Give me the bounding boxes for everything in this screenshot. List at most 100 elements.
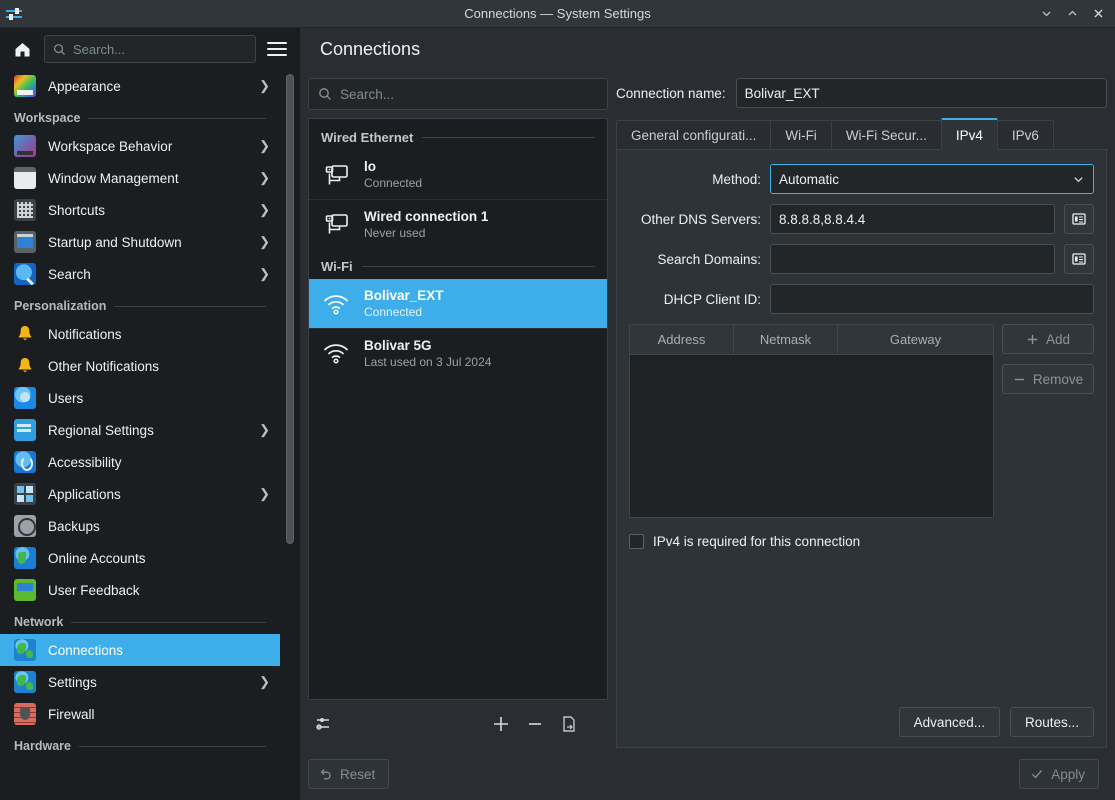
sidebar-search-input[interactable]: Search... [44,35,256,63]
remove-address-button[interactable]: Remove [1002,364,1094,394]
user-feedback-icon [14,579,36,601]
wifi-icon [321,338,351,368]
sidebar-item-label: Other Notifications [48,358,160,374]
chevron-right-icon: ❯ [259,78,270,93]
sidebar-item-settings[interactable]: Settings ❯ [0,666,280,698]
tabs-filler [1052,120,1107,150]
minimize-icon[interactable] [1033,1,1059,27]
startup-shutdown-icon [14,231,36,253]
sidebar-group-personalization: Personalization [0,290,280,318]
sidebar-group-label: Workspace [14,111,81,125]
ipv4-required-checkbox[interactable] [629,534,644,549]
wired-network-icon [321,209,351,239]
sidebar-item-notifications[interactable]: Notifications [0,318,280,350]
maximize-icon[interactable] [1059,1,1085,27]
sidebar-item-window-management[interactable]: Window Management ❯ [0,162,280,194]
dialog-footer: Reset Apply [300,748,1115,800]
sidebar-item-label: Notifications [48,326,122,342]
sidebar-group-workspace: Workspace [0,102,280,130]
search-icon [319,88,331,100]
panel-action-buttons: Advanced... Routes... [629,707,1094,737]
ipv4-required-checkbox-row[interactable]: IPv4 is required for this connection [629,534,1094,549]
dhcp-client-id-label: DHCP Client ID: [663,291,761,307]
list-item[interactable]: Bolivar_EXT Connected [309,279,607,328]
wifi-icon [321,289,351,319]
tab-wifi-security[interactable]: Wi-Fi Secur... [830,120,942,150]
globe-icon [14,639,36,661]
method-select[interactable]: Automatic [770,164,1094,194]
settings-sidebar: Search... Appearance ❯ Workspace Workspa… [0,28,300,800]
dns-input[interactable]: 8.8.8.8,8.8.4.4 [770,204,1055,234]
remove-icon[interactable] [518,709,552,739]
sidebar-item-appearance[interactable]: Appearance ❯ [0,70,280,102]
column-header-gateway[interactable]: Gateway [838,325,993,354]
sidebar-item-label: Online Accounts [48,550,146,566]
export-icon[interactable] [552,709,586,739]
sidebar-item-regional-settings[interactable]: Regional Settings ❯ [0,414,280,446]
chevron-down-icon [1074,176,1083,182]
reset-button[interactable]: Reset [308,759,390,789]
routes-button[interactable]: Routes... [1009,707,1094,737]
configure-icon[interactable] [308,709,342,739]
sidebar-item-user-feedback[interactable]: User Feedback [0,574,280,606]
divider [422,137,595,138]
list-item[interactable]: Bolivar 5G Last used on 3 Jul 2024 [309,328,607,377]
ipv4-required-label: IPv4 is required for this connection [653,534,861,549]
sidebar-item-label: Accessibility [48,454,122,470]
method-row: Method: Automatic [629,164,1094,194]
connection-name: Bolivar 5G [364,337,432,353]
address-table-area: Address Netmask Gateway Add Remove [629,324,1094,518]
list-item[interactable]: lo Connected [309,150,607,199]
sidebar-item-startup-and-shutdown[interactable]: Startup and Shutdown ❯ [0,226,280,258]
editor-tabs: General configurati... Wi-Fi Wi-Fi Secur… [616,118,1107,150]
sidebar-item-label: Backups [48,518,100,534]
sidebar-item-label: Window Management [48,170,179,186]
bell-icon [14,323,36,345]
list-item[interactable]: Wired connection 1 Never used [309,199,607,248]
sidebar-item-users[interactable]: Users [0,382,280,414]
hamburger-menu-icon[interactable] [264,36,290,62]
column-header-netmask[interactable]: Netmask [734,325,838,354]
sidebar-item-firewall[interactable]: Firewall [0,698,280,730]
connection-name-input[interactable]: Bolivar_EXT [735,78,1107,108]
sidebar-item-online-accounts[interactable]: Online Accounts [0,542,280,574]
list-edit-icon[interactable] [1064,204,1094,234]
sidebar-item-connections[interactable]: Connections [0,634,280,666]
add-address-button[interactable]: Add [1002,324,1094,354]
connections-search-input[interactable]: Search... [308,78,608,110]
list-edit-icon[interactable] [1064,244,1094,274]
sidebar-item-workspace-behavior[interactable]: Workspace Behavior ❯ [0,130,280,162]
close-icon[interactable] [1085,1,1111,27]
sidebar-scrollbar[interactable] [286,74,294,544]
tab-wifi[interactable]: Wi-Fi [770,120,832,150]
ipv4-tab-panel: Method: Automatic Other DNS Servers: 8.8… [616,149,1107,748]
tab-ipv6[interactable]: IPv6 [996,120,1054,150]
sidebar-item-shortcuts[interactable]: Shortcuts ❯ [0,194,280,226]
home-icon[interactable] [8,35,36,63]
dhcp-client-id-row: DHCP Client ID: [629,284,1094,314]
sidebar-item-search[interactable]: Search ❯ [0,258,280,290]
connection-status: Connected [364,305,423,319]
sidebar-item-label: Shortcuts [48,202,106,218]
add-icon[interactable] [484,709,518,739]
sidebar-item-applications[interactable]: Applications ❯ [0,478,280,510]
window-title: Connections — System Settings [464,6,651,21]
dhcp-client-id-input[interactable] [770,284,1094,314]
sidebar-item-label: User Feedback [48,582,140,598]
search-icon [54,43,65,55]
address-table[interactable]: Address Netmask Gateway [629,324,994,518]
search-domains-input[interactable] [770,244,1055,274]
tab-general-configuration[interactable]: General configurati... [616,120,772,150]
page-header: Connections [300,28,1115,70]
sidebar-item-other-notifications[interactable]: Other Notifications [0,350,280,382]
advanced-button[interactable]: Advanced... [898,707,1000,737]
appearance-icon [14,75,36,97]
sidebar-item-backups[interactable]: Backups [0,510,280,542]
apply-button[interactable]: Apply [1019,759,1099,789]
sidebar-item-accessibility[interactable]: Accessibility [0,446,280,478]
tab-ipv4[interactable]: IPv4 [940,118,998,150]
connection-editor: Connection name: Bolivar_EXT General con… [616,78,1107,748]
divider [71,621,266,623]
minus-icon [1014,378,1025,380]
column-header-address[interactable]: Address [630,325,734,354]
